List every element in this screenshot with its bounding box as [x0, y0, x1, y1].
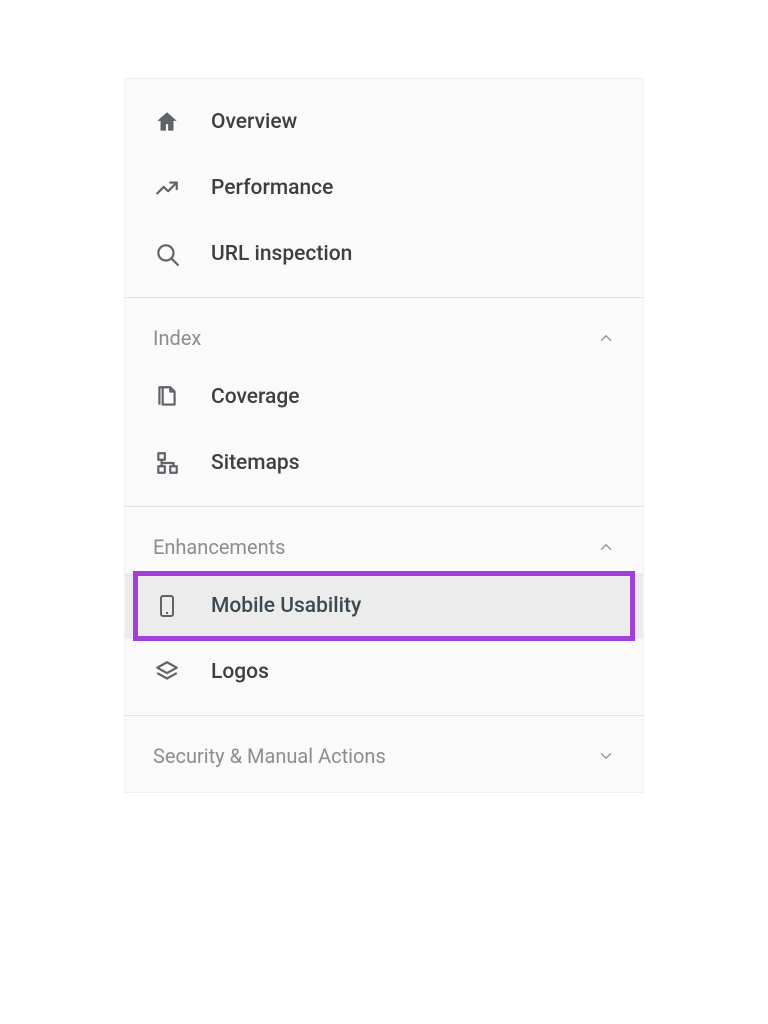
- sidebar-nav: Overview Performance URL inspection Inde…: [124, 78, 644, 793]
- annotation-highlight: [133, 571, 635, 641]
- nav-item-label: Overview: [211, 110, 297, 134]
- nav-item-coverage[interactable]: Coverage: [125, 364, 643, 430]
- nav-item-url-inspection[interactable]: URL inspection: [125, 221, 643, 287]
- nav-section-security: Security & Manual Actions: [125, 716, 643, 792]
- nav-item-overview[interactable]: Overview: [125, 89, 643, 155]
- nav-item-label: Coverage: [211, 385, 300, 409]
- chevron-up-icon: [597, 329, 615, 347]
- section-header-enhancements[interactable]: Enhancements: [125, 517, 643, 573]
- section-header-index[interactable]: Index: [125, 308, 643, 364]
- nav-item-label: Performance: [211, 176, 333, 200]
- nav-item-mobile-usability[interactable]: Mobile Usability: [125, 573, 643, 639]
- nav-section-index: Index Coverage Sitemaps: [125, 298, 643, 507]
- home-icon: [153, 108, 181, 136]
- section-title: Enhancements: [153, 535, 285, 559]
- nav-item-sitemaps[interactable]: Sitemaps: [125, 430, 643, 496]
- nav-top-block: Overview Performance URL inspection: [125, 79, 643, 298]
- trend-icon: [153, 174, 181, 202]
- nav-item-label: Logos: [211, 660, 269, 684]
- chevron-up-icon: [597, 538, 615, 556]
- nav-item-performance[interactable]: Performance: [125, 155, 643, 221]
- nav-item-label: Mobile Usability: [211, 594, 361, 618]
- nav-item-logos[interactable]: Logos: [125, 639, 643, 705]
- nav-section-enhancements: Enhancements Mobile Usability Logos: [125, 507, 643, 716]
- section-header-security[interactable]: Security & Manual Actions: [125, 726, 643, 782]
- pages-icon: [153, 383, 181, 411]
- layers-icon: [153, 658, 181, 686]
- nav-item-label: Sitemaps: [211, 451, 300, 475]
- sitemap-icon: [153, 449, 181, 477]
- search-icon: [153, 240, 181, 268]
- mobile-icon: [153, 592, 181, 620]
- section-title: Index: [153, 326, 201, 350]
- chevron-down-icon: [597, 747, 615, 765]
- section-title: Security & Manual Actions: [153, 744, 386, 768]
- nav-item-label: URL inspection: [211, 242, 352, 266]
